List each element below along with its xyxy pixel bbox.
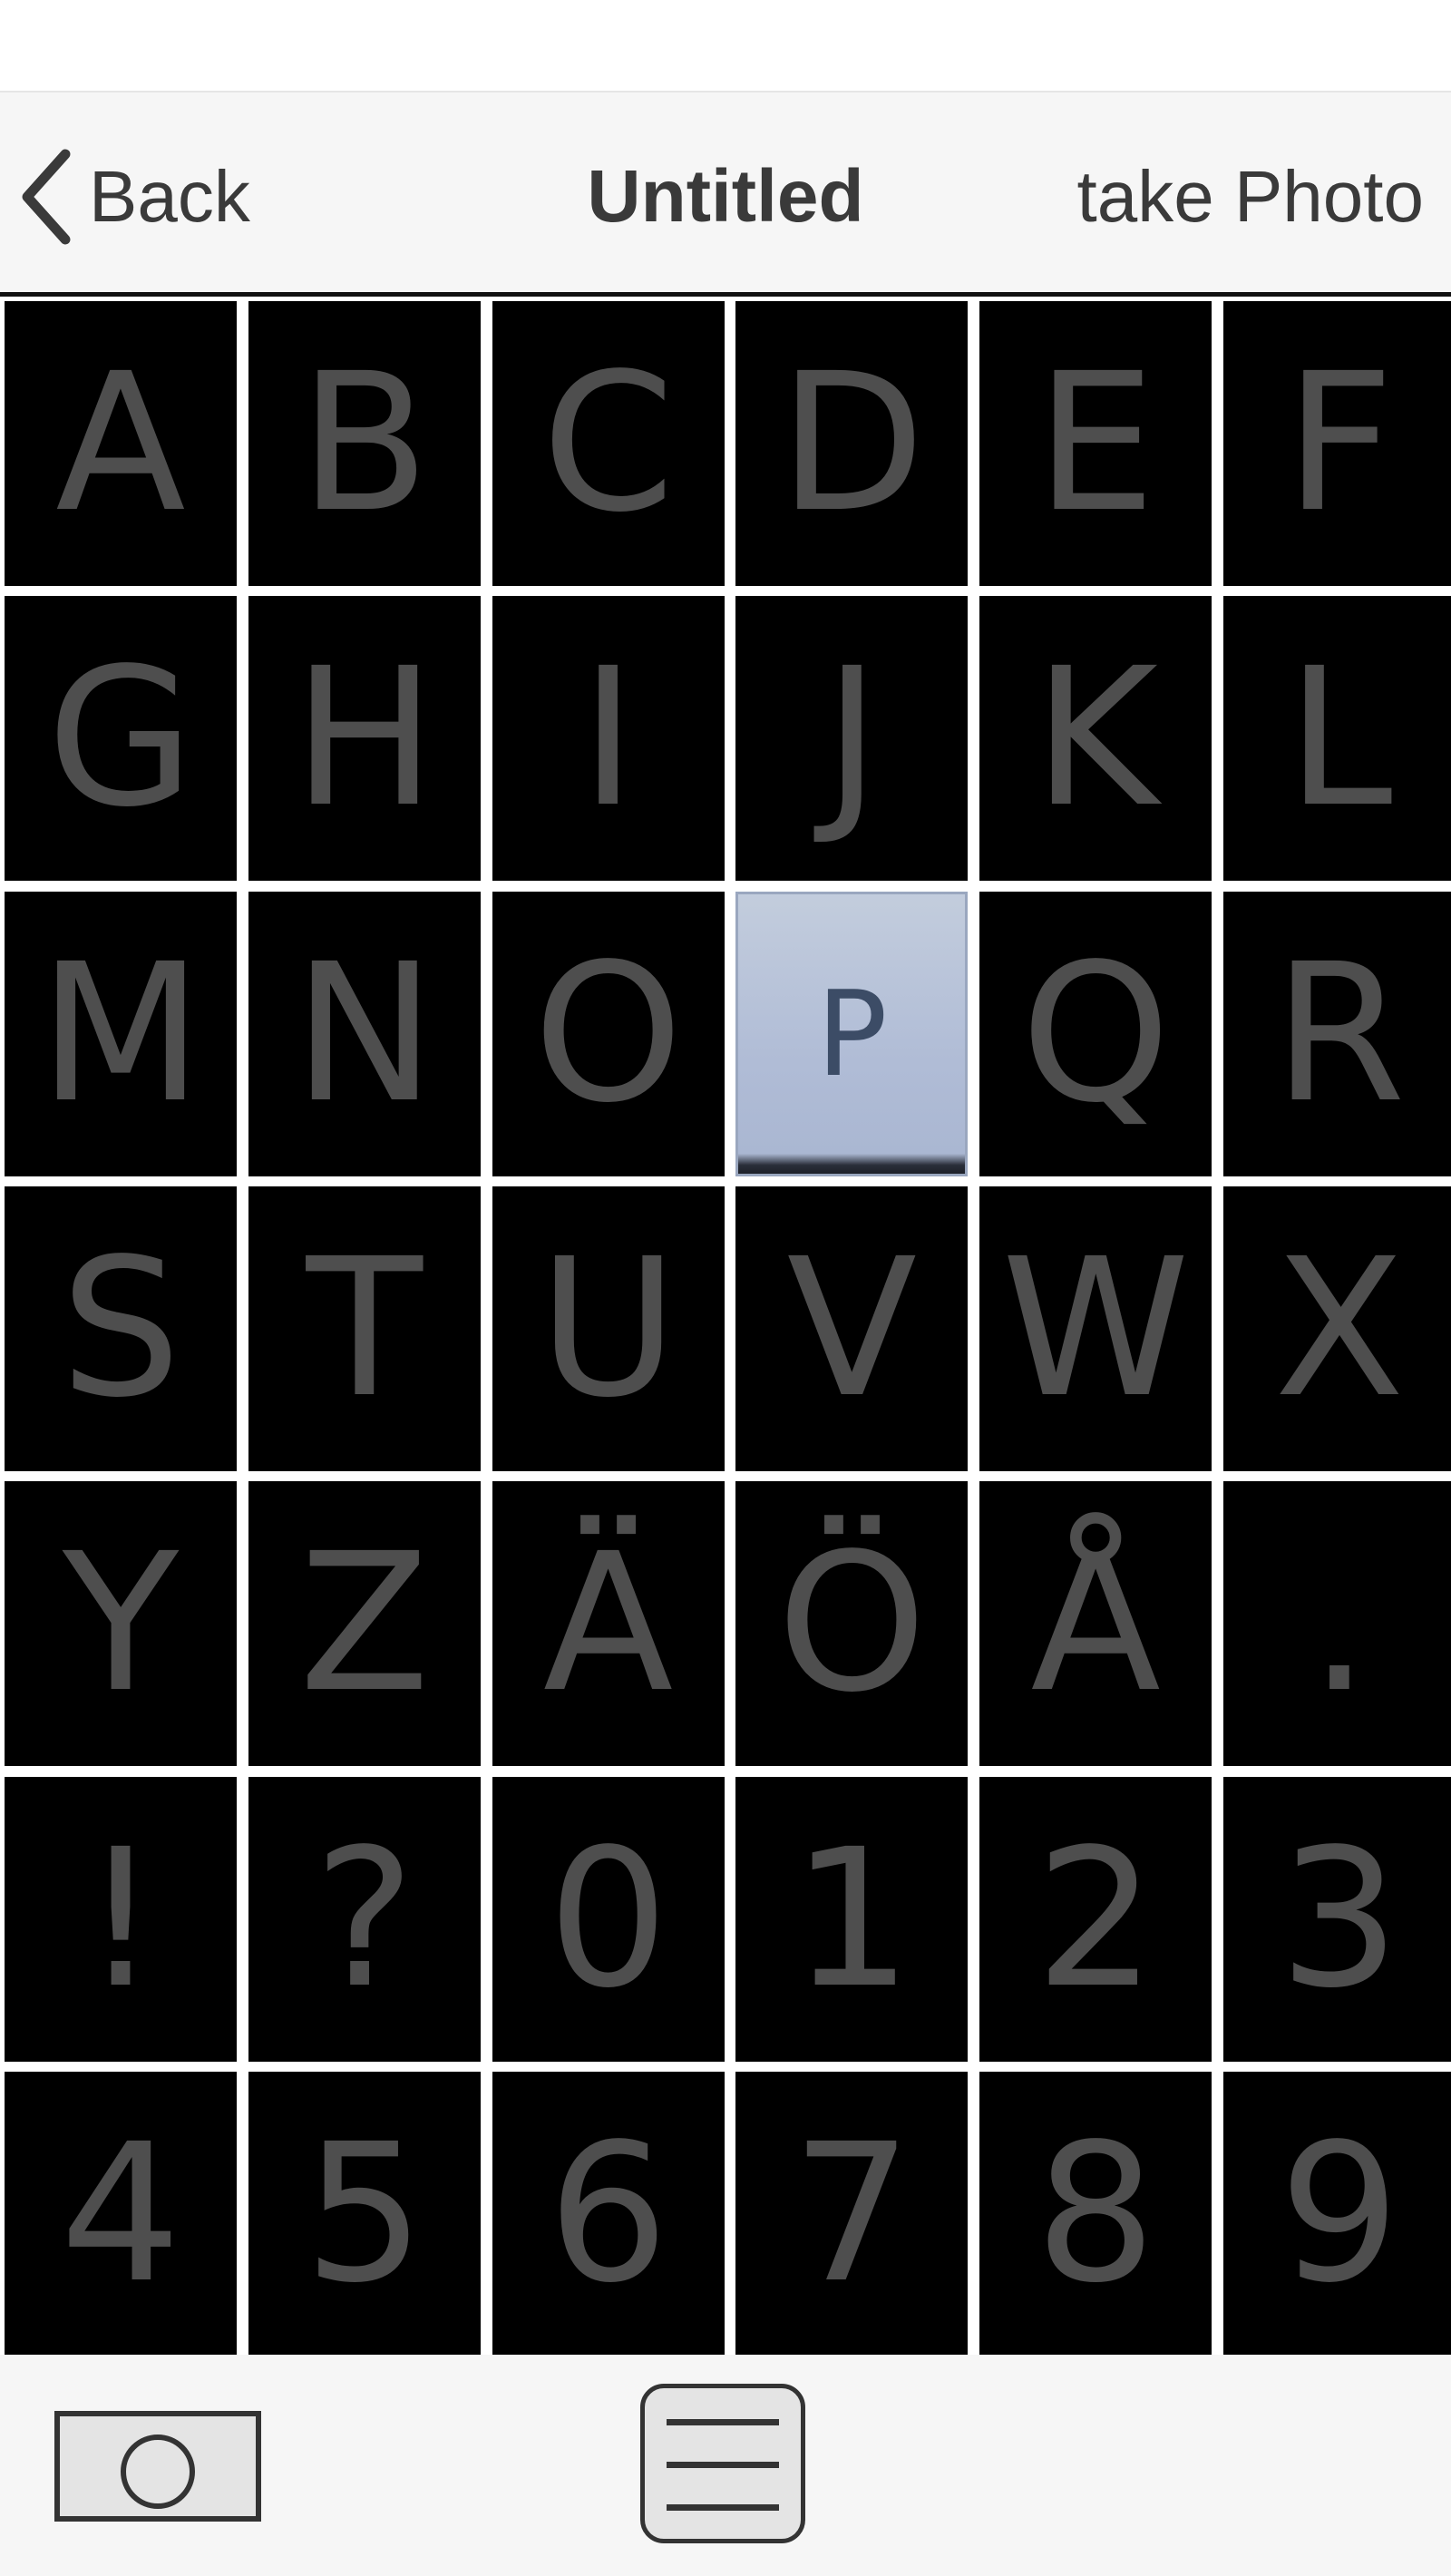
character-cell[interactable]: Ö xyxy=(735,1481,969,1767)
character-cell[interactable]: . xyxy=(1223,1481,1451,1767)
character-cell[interactable]: 3 xyxy=(1223,1776,1451,2062)
character-cell[interactable]: Q xyxy=(979,891,1212,1176)
character-cell[interactable]: Z xyxy=(248,1481,481,1767)
character-cell[interactable]: ? xyxy=(248,1776,481,2062)
character-cell[interactable]: 0 xyxy=(492,1776,725,2062)
character-cell[interactable]: 5 xyxy=(248,2071,481,2356)
navigation-bar: Back Untitled take Photo xyxy=(0,93,1451,297)
back-button[interactable]: Back xyxy=(16,147,250,247)
character-cell[interactable]: U xyxy=(492,1186,725,1471)
character-cell[interactable]: Ä xyxy=(492,1481,725,1767)
character-cell[interactable]: Å xyxy=(979,1481,1212,1767)
character-cell[interactable]: Y xyxy=(5,1481,237,1767)
character-grid: A B C D E F G H I J K L M N O P Q R S T U V W X Y Z Ä Ö Å.!? 0 1 2 3 4 5 6 7… xyxy=(0,301,1451,2356)
character-cell[interactable]: X xyxy=(1223,1186,1451,1471)
camera-icon xyxy=(121,2435,195,2509)
character-cell[interactable]: L xyxy=(1223,596,1451,882)
character-cell[interactable]: E xyxy=(979,301,1212,586)
back-label: Back xyxy=(89,156,250,237)
character-cell[interactable]: B xyxy=(248,301,481,586)
character-cell[interactable]: 2 xyxy=(979,1776,1212,2062)
character-cell-selected[interactable]: P xyxy=(735,891,969,1176)
character-cell[interactable]: ! xyxy=(5,1776,237,2062)
character-cell[interactable]: A xyxy=(5,301,237,586)
character-cell[interactable]: W xyxy=(979,1186,1212,1471)
camera-button[interactable] xyxy=(54,2411,261,2522)
character-cell[interactable]: R xyxy=(1223,891,1451,1176)
character-cell[interactable]: H xyxy=(248,596,481,882)
status-bar xyxy=(0,0,1451,93)
character-cell[interactable]: 1 xyxy=(735,1776,969,2062)
character-cell[interactable]: 4 xyxy=(5,2071,237,2356)
menu-button[interactable] xyxy=(640,2384,805,2543)
chevron-left-icon xyxy=(22,149,71,245)
character-cell[interactable]: J xyxy=(735,596,969,882)
character-cell[interactable]: N xyxy=(248,891,481,1176)
bottom-toolbar xyxy=(0,2355,1451,2576)
character-cell[interactable]: V xyxy=(735,1186,969,1471)
character-cell[interactable]: 7 xyxy=(735,2071,969,2356)
character-cell[interactable]: S xyxy=(5,1186,237,1471)
character-cell[interactable]: I xyxy=(492,596,725,882)
character-cell[interactable]: M xyxy=(5,891,237,1176)
take-photo-button[interactable]: take Photo xyxy=(1077,147,1425,247)
character-cell[interactable]: F xyxy=(1223,301,1451,586)
character-cell[interactable]: 6 xyxy=(492,2071,725,2356)
character-cell[interactable]: 8 xyxy=(979,2071,1212,2356)
character-cell[interactable]: 9 xyxy=(1223,2071,1451,2356)
character-cell[interactable]: T xyxy=(248,1186,481,1471)
character-cell[interactable]: D xyxy=(735,301,969,586)
character-cell[interactable]: G xyxy=(5,596,237,882)
character-cell[interactable]: O xyxy=(492,891,725,1176)
character-cell[interactable]: K xyxy=(979,596,1212,882)
character-cell[interactable]: C xyxy=(492,301,725,586)
